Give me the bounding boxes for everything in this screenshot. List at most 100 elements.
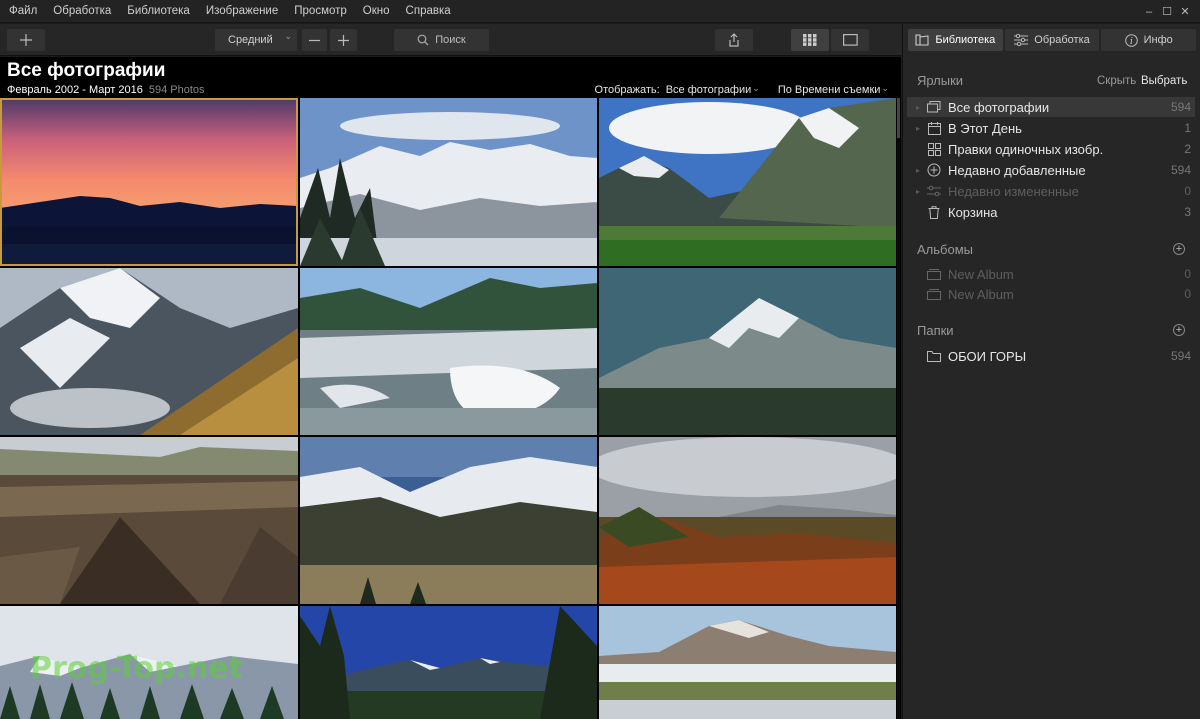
thumbnail-size-label: Средний (228, 34, 273, 46)
shortcuts-heading: Ярлыки (917, 73, 964, 88)
tab-library[interactable]: Библиотека (908, 29, 1003, 51)
menu-bar: Файл Обработка Библиотека Изображение Пр… (0, 0, 1200, 23)
photo-count: 594 Photos (148, 84, 205, 96)
hide-shortcuts-button[interactable]: Скрыть (1097, 75, 1136, 87)
album-item[interactable]: New Album 0 (907, 264, 1195, 284)
folders-heading: Папки (917, 323, 954, 338)
share-button[interactable] (715, 29, 753, 51)
folder-count: 594 (1170, 349, 1191, 363)
search-button[interactable]: Поиск (394, 29, 489, 51)
photos-icon (926, 99, 942, 115)
album-label: New Album (948, 266, 1014, 282)
photo-thumbnail[interactable] (0, 98, 298, 266)
photo-thumbnail[interactable] (0, 268, 298, 435)
tab-library-label: Библиотека (935, 34, 996, 46)
photo-thumbnail[interactable] (300, 268, 597, 435)
page-title: Все фотографии (7, 60, 166, 81)
library-subtitle: Февраль 2002 - Март 2016 594 Photos (7, 84, 205, 96)
menu-help[interactable]: Справка (398, 0, 459, 23)
shortcut-label: Недавно добавленные (948, 162, 1086, 178)
menu-view[interactable]: Просмотр (286, 0, 355, 23)
close-icon[interactable]: ✕ (1176, 0, 1194, 23)
shortcut-all-photos[interactable]: ▸ Все фотографии 594 (907, 97, 1195, 117)
shortcut-recently-added[interactable]: ▸ Недавно добавленные 594 (907, 160, 1195, 180)
maximize-icon[interactable]: ☐ (1158, 0, 1176, 23)
photo-thumbnail[interactable] (599, 437, 896, 604)
photo-grid: Prog-Top.net (0, 98, 896, 719)
trash-icon (926, 204, 942, 220)
albums-heading: Альбомы (917, 242, 973, 257)
minus-icon (309, 39, 320, 41)
shortcut-count: 594 (1170, 100, 1191, 114)
menu-file[interactable]: Файл (0, 0, 45, 23)
folder-label: ОБОИ ГОРЫ (948, 348, 1027, 364)
shortcut-single-edits[interactable]: Правки одиночных изобр. 2 (907, 139, 1195, 159)
plus-icon (20, 34, 32, 46)
plus-circle-icon (926, 162, 942, 178)
photo-thumbnail[interactable] (599, 268, 896, 435)
library-icon (915, 34, 929, 46)
single-view-button[interactable] (831, 29, 869, 51)
grid-view-button[interactable] (791, 29, 829, 51)
photo-thumbnail[interactable] (599, 606, 896, 719)
add-album-button[interactable]: + (1173, 243, 1185, 255)
photo-thumbnail[interactable] (0, 437, 298, 604)
photo-thumbnail[interactable] (599, 98, 896, 266)
sliders-icon (926, 183, 942, 199)
tab-info-label: Инфо (1143, 34, 1173, 46)
zoom-in-button[interactable] (330, 29, 357, 51)
album-item[interactable]: New Album 0 (907, 284, 1195, 304)
zoom-out-button[interactable] (302, 29, 327, 51)
expand-arrow-icon[interactable]: ▸ (916, 166, 926, 175)
shortcut-recently-edited[interactable]: ▸ Недавно измененные 0 (907, 181, 1195, 201)
photo-thumbnail[interactable] (300, 606, 597, 719)
shortcut-count: 3 (1184, 205, 1191, 219)
expand-arrow-icon[interactable]: ▸ (916, 187, 926, 196)
grid-scrollbar[interactable] (897, 98, 900, 719)
info-icon: i (1124, 33, 1138, 47)
shortcut-on-this-day[interactable]: ▸ В Этот День 1 (907, 118, 1195, 138)
thumbnail-size-select[interactable]: Средний ⌄ (215, 29, 297, 51)
sort-dropdown[interactable]: По Времени съемки (778, 84, 889, 96)
shortcut-label: В Этот День (948, 120, 1022, 136)
expand-arrow-icon[interactable]: ▸ (916, 103, 926, 112)
album-count: 0 (1184, 267, 1191, 281)
scrollbar-thumb[interactable] (897, 98, 900, 138)
tab-edit[interactable]: Обработка (1004, 29, 1100, 51)
expand-arrow-icon[interactable]: ▸ (916, 124, 926, 133)
add-button[interactable] (7, 29, 45, 51)
shortcut-count: 594 (1170, 163, 1191, 177)
album-label: New Album (948, 286, 1014, 302)
search-icon (417, 34, 429, 46)
select-shortcuts-button[interactable]: Выбрать (1141, 75, 1187, 87)
add-folder-button[interactable]: + (1173, 324, 1185, 336)
shortcut-count: 2 (1184, 142, 1191, 156)
right-panel: Библиотека Обработка i Инфо Ярлыки Скрыт… (902, 24, 1200, 719)
grid-icon (926, 141, 942, 157)
filter-bar: Отображать: Все фотографии По Времени съ… (595, 84, 889, 96)
photo-thumbnail[interactable]: Prog-Top.net (0, 606, 298, 719)
shortcut-count: 0 (1184, 184, 1191, 198)
show-filter-label: Отображать: (594, 84, 660, 96)
plus-icon (338, 34, 349, 46)
menu-library[interactable]: Библиотека (119, 0, 198, 23)
watermark-text: Prog-Top.net (30, 651, 243, 686)
single-view-icon (842, 34, 858, 46)
minimize-icon[interactable]: – (1140, 0, 1158, 23)
panel-tabs: Библиотека Обработка i Инфо (908, 29, 1197, 51)
photo-thumbnail[interactable] (300, 437, 597, 604)
folder-item[interactable]: ОБОИ ГОРЫ 594 (907, 346, 1195, 366)
show-filter-dropdown[interactable]: Все фотографии (666, 84, 760, 96)
chevron-down-icon: ⌄ (284, 31, 292, 41)
tab-info[interactable]: i Инфо (1101, 29, 1197, 51)
menu-window[interactable]: Окно (355, 0, 398, 23)
album-icon (926, 286, 942, 302)
menu-image[interactable]: Изображение (198, 0, 286, 23)
svg-text:i: i (1130, 37, 1133, 47)
album-count: 0 (1184, 287, 1191, 301)
share-icon (729, 33, 739, 47)
shortcut-trash[interactable]: Корзина 3 (907, 202, 1195, 222)
menu-edit[interactable]: Обработка (45, 0, 119, 23)
grid-view-icon (803, 34, 817, 46)
photo-thumbnail[interactable] (300, 98, 597, 266)
